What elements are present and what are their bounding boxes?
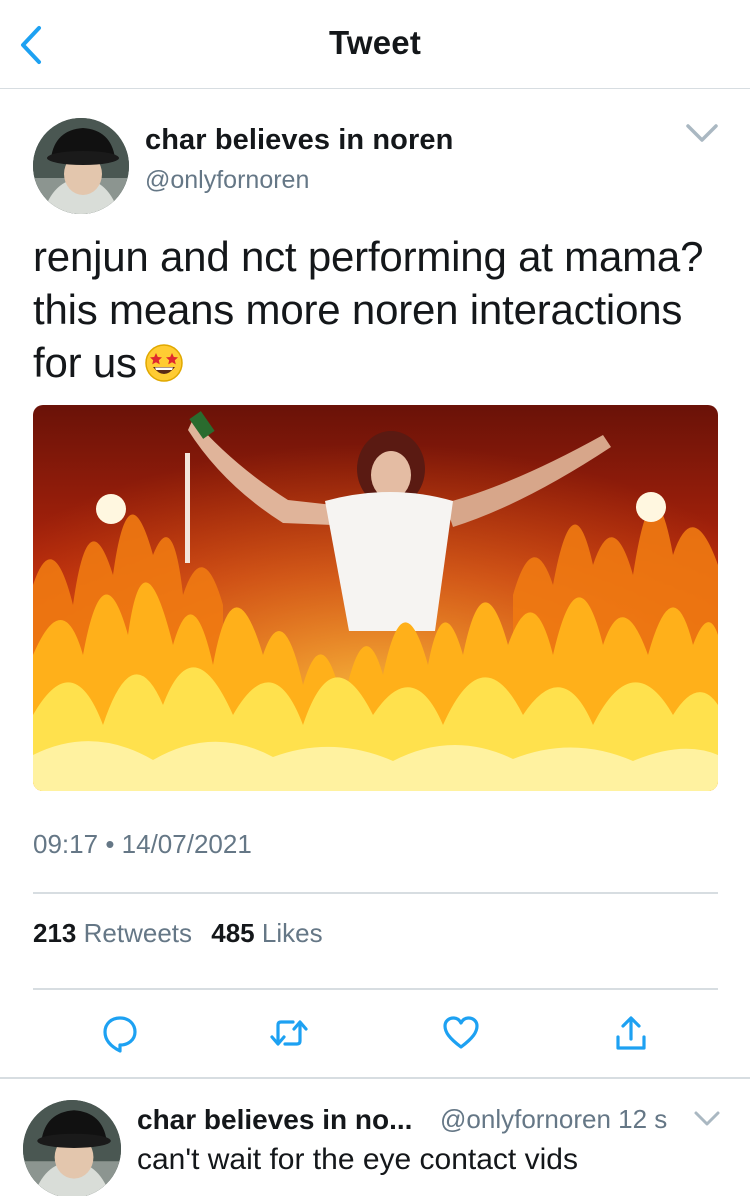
author-name[interactable]: char believes in noren: [145, 124, 453, 157]
tweet-image[interactable]: [33, 405, 718, 791]
chevron-down-icon: [694, 1111, 720, 1126]
tweet-text-line: this means more noren interactions: [33, 286, 683, 333]
reply-more-options-button[interactable]: [692, 1108, 722, 1130]
share-icon: [616, 1016, 646, 1050]
section-divider: [0, 1077, 750, 1079]
tweet-text: renjun and nct performing at mama? this …: [33, 230, 733, 389]
retweet-button[interactable]: [266, 1010, 312, 1056]
avatar[interactable]: [33, 118, 129, 214]
divider: [33, 988, 718, 990]
reply-author-name[interactable]: char believes in no...: [137, 1104, 412, 1136]
reply-icon: [103, 1016, 137, 1053]
tweet-stats: 213 Retweets 485 Likes: [33, 918, 335, 949]
divider: [33, 892, 718, 894]
action-bar: [0, 1010, 750, 1060]
more-options-button[interactable]: [682, 118, 722, 148]
retweet-icon: [270, 1020, 308, 1046]
tweet-text-fragment: for us: [33, 339, 137, 386]
reply-avatar[interactable]: [23, 1100, 121, 1196]
likes-stat[interactable]: 485 Likes: [211, 918, 322, 948]
chevron-down-icon: [686, 124, 718, 142]
tweet-text-line: renjun and nct performing at mama?: [33, 233, 704, 280]
timestamp-separator: •: [105, 829, 115, 859]
star-struck-emoji: [143, 341, 185, 383]
nav-bar: Tweet: [0, 0, 750, 89]
like-button[interactable]: [438, 1010, 484, 1056]
tweet-text-line: for us: [33, 336, 733, 389]
author-handle[interactable]: @onlyfornoren: [145, 166, 309, 195]
share-button[interactable]: [608, 1010, 654, 1056]
reply-handle-time[interactable]: @onlyfornoren 12 s: [440, 1104, 667, 1135]
retweets-stat[interactable]: 213 Retweets: [33, 918, 192, 948]
tweet-time: 09:17: [33, 829, 99, 859]
retweets-count: 213: [33, 918, 77, 948]
likes-label: Likes: [261, 918, 323, 948]
reply-button[interactable]: [97, 1010, 143, 1056]
heart-icon: [443, 1016, 479, 1049]
retweets-label: Retweets: [83, 918, 193, 948]
tweet-timestamp: 09:17 • 14/07/2021: [33, 829, 252, 860]
likes-count: 485: [211, 918, 255, 948]
tweet-date: 14/07/2021: [121, 829, 252, 859]
page-title: Tweet: [328, 24, 422, 61]
reply-text: can't wait for the eye contact vids: [137, 1143, 578, 1176]
